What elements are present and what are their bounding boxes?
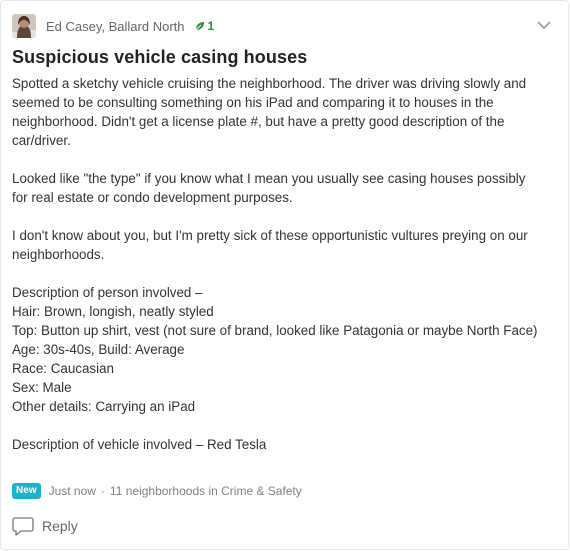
- reply-label: Reply: [42, 518, 78, 534]
- post-timestamp[interactable]: Just now: [49, 484, 96, 498]
- post-title[interactable]: Suspicious vehicle casing houses: [12, 47, 307, 68]
- chevron-down-icon[interactable]: [536, 19, 552, 31]
- new-badge: New: [12, 483, 41, 499]
- author-avatar[interactable]: [12, 14, 36, 38]
- post-body: Spotted a sketchy vehicle cruising the n…: [12, 74, 542, 454]
- meta-separator: ·: [100, 484, 105, 498]
- post-paragraph: Description of vehicle involved – Red Te…: [12, 437, 267, 452]
- comment-bubble-icon: [12, 517, 34, 536]
- post-paragraph: Description of person involved – Hair: B…: [12, 285, 538, 414]
- author-name[interactable]: Ed Casey, Ballard North: [46, 19, 185, 34]
- post-meta: New Just now · 11 neighborhoods in Crime…: [12, 482, 302, 500]
- thanks-count-value: 1: [207, 19, 215, 33]
- post-paragraph: I don't know about you, but I'm pretty s…: [12, 228, 528, 262]
- avatar-image: [12, 14, 36, 38]
- post-header: Ed Casey, Ballard North 1: [12, 14, 214, 38]
- post-paragraph: Spotted a sketchy vehicle cruising the n…: [12, 76, 527, 148]
- post-audience[interactable]: 11 neighborhoods in Crime & Safety: [110, 484, 302, 498]
- post-paragraph: Looked like "the type" if you know what …: [12, 171, 526, 205]
- reply-button[interactable]: Reply: [12, 516, 78, 536]
- post-card: Ed Casey, Ballard North 1 Suspicious veh…: [0, 0, 569, 550]
- leaf-thank-icon: [195, 22, 204, 31]
- thanks-count[interactable]: 1: [194, 19, 215, 33]
